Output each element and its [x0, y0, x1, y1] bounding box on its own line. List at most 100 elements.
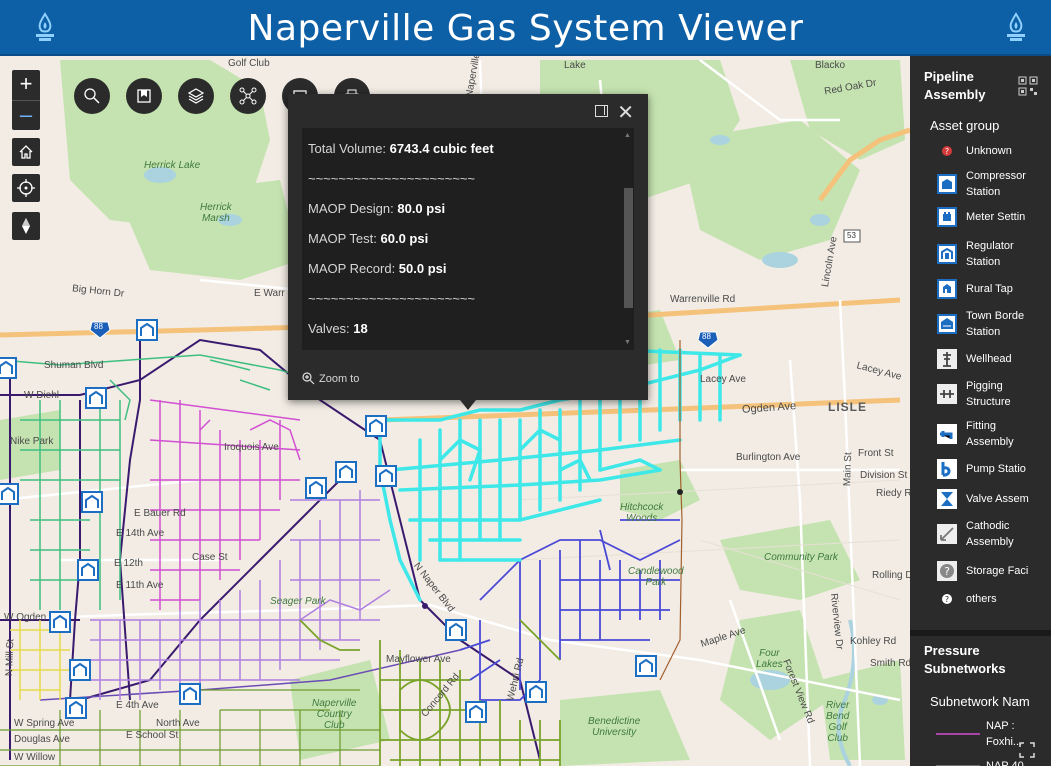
map-label: Division St [860, 470, 908, 481]
map-label: Nike Park [10, 436, 54, 447]
popup-field-maop-design: MAOP Design: 80.0 psi [308, 201, 446, 216]
popup-field-maop-test: MAOP Test: 60.0 psi [308, 231, 429, 246]
popup-separator: ~~~~~~~~~~~~~~~~~~~~~~ [308, 291, 476, 306]
search-button[interactable] [74, 78, 110, 114]
meter-icon [936, 206, 958, 228]
storage-icon: ? [936, 560, 958, 582]
bookmark-icon [137, 89, 151, 103]
popup-content[interactable]: Total Volume: 6743.4 cubic feet ~~~~~~~~… [302, 128, 634, 350]
map-label: Hitchcock Woods [620, 502, 664, 524]
map-view[interactable]: Golf Club Lake Blacko Naperville Rd Red … [0, 56, 910, 766]
line-swatch [936, 765, 980, 766]
zoom-in-button[interactable]: + [12, 70, 40, 100]
map-label: Douglas Ave [14, 734, 70, 745]
map-label: E 11th Ave [116, 580, 164, 591]
map-label: Benedictine University [588, 716, 641, 738]
legend-item: ? Unknown [936, 140, 1051, 162]
map-label: Blacko [815, 60, 846, 71]
zoom-control: + – [12, 70, 40, 130]
fullscreen-icon[interactable] [1019, 742, 1035, 758]
home-icon [19, 145, 33, 159]
search-icon [84, 88, 100, 104]
pigging-icon [936, 383, 958, 405]
legend-item: ? others [936, 588, 1051, 610]
map-label: W Diehl [24, 390, 60, 401]
legend-item: Fitting Assembly [936, 418, 1051, 450]
map-label: Lacey Ave [700, 374, 746, 385]
map-label: North Ave [156, 718, 200, 729]
locate-icon [17, 179, 35, 197]
close-icon[interactable]: ✕ [617, 100, 634, 125]
compass-icon [22, 218, 30, 234]
compass-button[interactable] [12, 212, 40, 240]
legend-item: Meter Settin [936, 206, 1051, 228]
legend-item: Pump Statio [936, 458, 1051, 480]
gas-flame-icon [1007, 12, 1025, 41]
line-swatch [936, 733, 980, 735]
map-label: Seager Park [270, 596, 326, 607]
popup-pointer [460, 400, 476, 410]
map-label: Case St [192, 552, 228, 563]
legend-title-pipeline-assembly: Pipeline Assembly [924, 69, 986, 102]
map-label: Iroquois Ave [224, 442, 279, 453]
qr-code-icon[interactable] [1018, 76, 1038, 96]
map-label: River Bend Golf Club [826, 700, 850, 744]
legend-divider [910, 630, 1051, 636]
app-header: Naperville Gas System Viewer [0, 0, 1051, 56]
layers-button[interactable] [178, 78, 214, 114]
feature-popup: ✕ Total Volume: 6743.4 cubic feet ~~~~~~… [288, 94, 648, 410]
map-label: Main St [842, 452, 855, 487]
legend-item: Town Borde Station [936, 308, 1051, 340]
legend-title-pressure-subnetworks: Pressure Subnetworks [924, 643, 1006, 676]
zoom-to-label: Zoom to [319, 372, 360, 385]
map-label: Shuman Blvd [44, 360, 104, 371]
map-label: Warrenville Rd [670, 294, 736, 305]
map-label: W Spring Ave [14, 718, 75, 729]
route-shield-label: 88 [702, 332, 711, 341]
legend-item: Regulator Station [936, 238, 1051, 270]
map-label: E School St [126, 730, 179, 741]
popup-scrollbar[interactable]: ▲ ▼ [622, 132, 633, 346]
route-shield-label: 88 [94, 322, 103, 331]
town-border-icon [936, 313, 958, 335]
map-label: Herrick Marsh [200, 202, 232, 224]
locate-button[interactable] [12, 174, 40, 202]
zoom-out-button[interactable]: – [12, 100, 40, 130]
legend-item: Wellhead [936, 348, 1051, 370]
svg-text:?: ? [945, 595, 949, 604]
others-icon: ? [936, 588, 958, 610]
map-label: Lake [564, 60, 586, 71]
home-button[interactable] [12, 138, 40, 166]
map-label: LISLE [828, 400, 868, 414]
zoom-to-button[interactable]: Zoom to [302, 372, 359, 385]
legend-item: Pigging Structure [936, 378, 1051, 410]
map-label: Community Park [764, 552, 838, 563]
wellhead-icon [936, 348, 958, 370]
svg-text:?: ? [945, 147, 949, 156]
map-label: E 4th Ave [116, 700, 159, 711]
rural-tap-icon [936, 278, 958, 300]
dock-icon[interactable] [595, 105, 608, 117]
map-label: Rolling D [872, 570, 910, 581]
bookmarks-button[interactable] [126, 78, 162, 114]
legend-item: Compressor Station [936, 168, 1051, 200]
legend-item: Rural Tap [936, 278, 1051, 300]
map-label: Candlewood Park [628, 566, 684, 588]
map-label: W Willow [14, 752, 56, 763]
scrollbar-thumb[interactable] [624, 188, 633, 308]
fitting-icon [936, 423, 958, 445]
network-trace-button[interactable] [230, 78, 266, 114]
map-label: W Ogden [4, 612, 47, 623]
pump-icon [936, 458, 958, 480]
zoom-in-icon [302, 372, 315, 385]
map-label: Naperville Country Club [312, 698, 357, 731]
popup-field-valves: Valves: 18 [308, 321, 368, 336]
legend-panel[interactable]: Pipeline Assembly Asset group ? Unknown … [910, 56, 1051, 766]
map-label: N Mill St [4, 638, 17, 677]
map-label: E 14th Ave [116, 528, 165, 539]
map-label: Riedy Rd [876, 488, 910, 499]
popup-separator: ~~~~~~~~~~~~~~~~~~~~~~ [308, 171, 476, 186]
map-label: Smith Rd [870, 658, 910, 669]
legend-group-asset-group: Asset group [930, 118, 1000, 133]
legend-item: ? Storage Faci [936, 560, 1051, 582]
